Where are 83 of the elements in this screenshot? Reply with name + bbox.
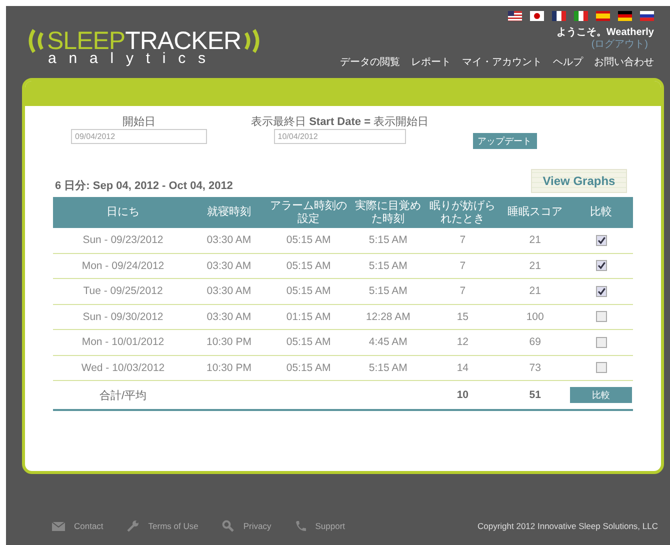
table-cell: 03:30 AM <box>193 253 265 278</box>
flag-icon[interactable] <box>530 11 544 21</box>
table-cell: 05:15 AM <box>264 253 352 278</box>
totals-label: 合計/平均 <box>53 380 193 410</box>
search-icon <box>222 520 234 532</box>
envelope-icon <box>52 522 65 530</box>
wrench-icon <box>127 520 140 532</box>
flag-icon[interactable] <box>640 11 654 21</box>
table-cell: 5:15 AM <box>352 228 424 253</box>
table-cell: 03:30 AM <box>193 278 265 304</box>
logout-link[interactable]: (ログアウト) <box>591 39 648 51</box>
table-cell: 21 <box>501 253 569 278</box>
compare-checkbox[interactable] <box>596 311 606 322</box>
flag-icon[interactable] <box>618 11 632 21</box>
table-cell: Wed - 10/03/2012 <box>53 355 193 380</box>
nav-link[interactable]: ヘルプ <box>553 56 583 69</box>
field-label: 開始日 <box>122 116 156 129</box>
table-cell: 73 <box>501 355 569 380</box>
table-cell: 15 <box>424 304 502 330</box>
welcome-text: ようこそ。Weatherly <box>556 27 654 39</box>
nav-link[interactable]: お問い合わせ <box>594 56 654 69</box>
compare-checkbox[interactable] <box>596 286 606 297</box>
table-cell: Tue - 09/25/2012 <box>53 278 193 304</box>
end-date-field[interactable]: 10/04/2012 <box>274 129 406 144</box>
date-range-title: 6 日分: Sep 04, 2012 - Oct 04, 2012 <box>55 178 233 193</box>
logo-tagline: analytics <box>48 51 219 67</box>
table-cell: 7 <box>424 228 502 253</box>
column-header: 就寝時刻 <box>193 197 265 228</box>
table-cell: 12 <box>424 330 502 355</box>
signal-waves-icon <box>26 28 46 54</box>
table-cell: 05:15 AM <box>264 228 352 253</box>
compare-checkbox[interactable] <box>596 336 606 348</box>
view-graphs-button[interactable]: View Graphs <box>531 169 627 193</box>
table-cell: 05:15 AM <box>264 355 352 380</box>
compare-checkbox[interactable] <box>596 260 606 272</box>
table-cell: 03:30 AM <box>193 228 265 253</box>
table-cell: Sun - 09/30/2012 <box>53 304 193 330</box>
update-button[interactable]: アップデート <box>472 133 537 149</box>
table-cell: Sun - 09/23/2012 <box>53 228 193 253</box>
column-header: 眠りが妨げられたとき <box>424 197 502 228</box>
nav-link[interactable]: データの閲覧 <box>340 56 400 69</box>
table-cell: 10:30 PM <box>193 355 265 380</box>
signal-waves-icon <box>242 28 262 54</box>
table-cell: 7 <box>424 278 502 304</box>
phone-icon <box>295 520 306 532</box>
table-cell: 14 <box>424 355 502 380</box>
table-cell: 5:15 AM <box>352 253 424 278</box>
column-header: 比較 <box>569 197 633 228</box>
table-cell: 12:28 AM <box>352 304 424 330</box>
table-cell: Mon - 09/24/2012 <box>53 253 193 278</box>
table-cell: 7 <box>424 253 502 278</box>
copyright-text: Copyright 2012 Innovative Sleep Solutions, LLC <box>477 521 658 531</box>
nav-link[interactable]: マイ・アカウント <box>462 56 542 69</box>
compare-checkbox[interactable] <box>596 234 606 246</box>
table-cell: 10 <box>424 380 502 410</box>
compare-button[interactable]: 比較 <box>570 387 632 403</box>
column-header: アラーム時刻の設定 <box>264 197 352 228</box>
start-date-field[interactable]: 09/04/2012 <box>71 129 207 144</box>
footer-link[interactable]: Support <box>295 520 346 532</box>
table-cell: 5:15 AM <box>352 355 424 380</box>
column-header: 睡眠スコア <box>501 197 569 228</box>
flag-icon[interactable] <box>508 11 522 21</box>
table-cell: 69 <box>501 330 569 355</box>
compare-checkbox[interactable] <box>596 362 606 374</box>
table-cell: 01:15 AM <box>264 304 352 330</box>
column-header: 実際に目覚めた時刻 <box>352 197 424 228</box>
table-cell: 5:15 AM <box>352 278 424 304</box>
footer-link[interactable]: Privacy <box>222 520 272 532</box>
table-cell: 10:30 PM <box>193 330 265 355</box>
nav-link[interactable]: レポート <box>411 56 451 69</box>
table-cell: 100 <box>501 304 569 330</box>
table-cell: 21 <box>501 228 569 253</box>
table-cell: 05:15 AM <box>264 330 352 355</box>
footer-link[interactable]: Terms of Use <box>127 520 198 532</box>
footer-link[interactable]: Contact <box>52 521 104 531</box>
table-cell: 21 <box>501 278 569 304</box>
flag-icon[interactable] <box>552 11 566 21</box>
field-label: 表示最終日 Start Date = 表示開始日 <box>251 116 429 129</box>
table-cell: Mon - 10/01/2012 <box>53 330 193 355</box>
column-header: 日にち <box>53 197 193 228</box>
table-cell: 4:45 AM <box>352 330 424 355</box>
table-cell: 03:30 AM <box>193 304 265 330</box>
table-cell: 05:15 AM <box>264 278 352 304</box>
